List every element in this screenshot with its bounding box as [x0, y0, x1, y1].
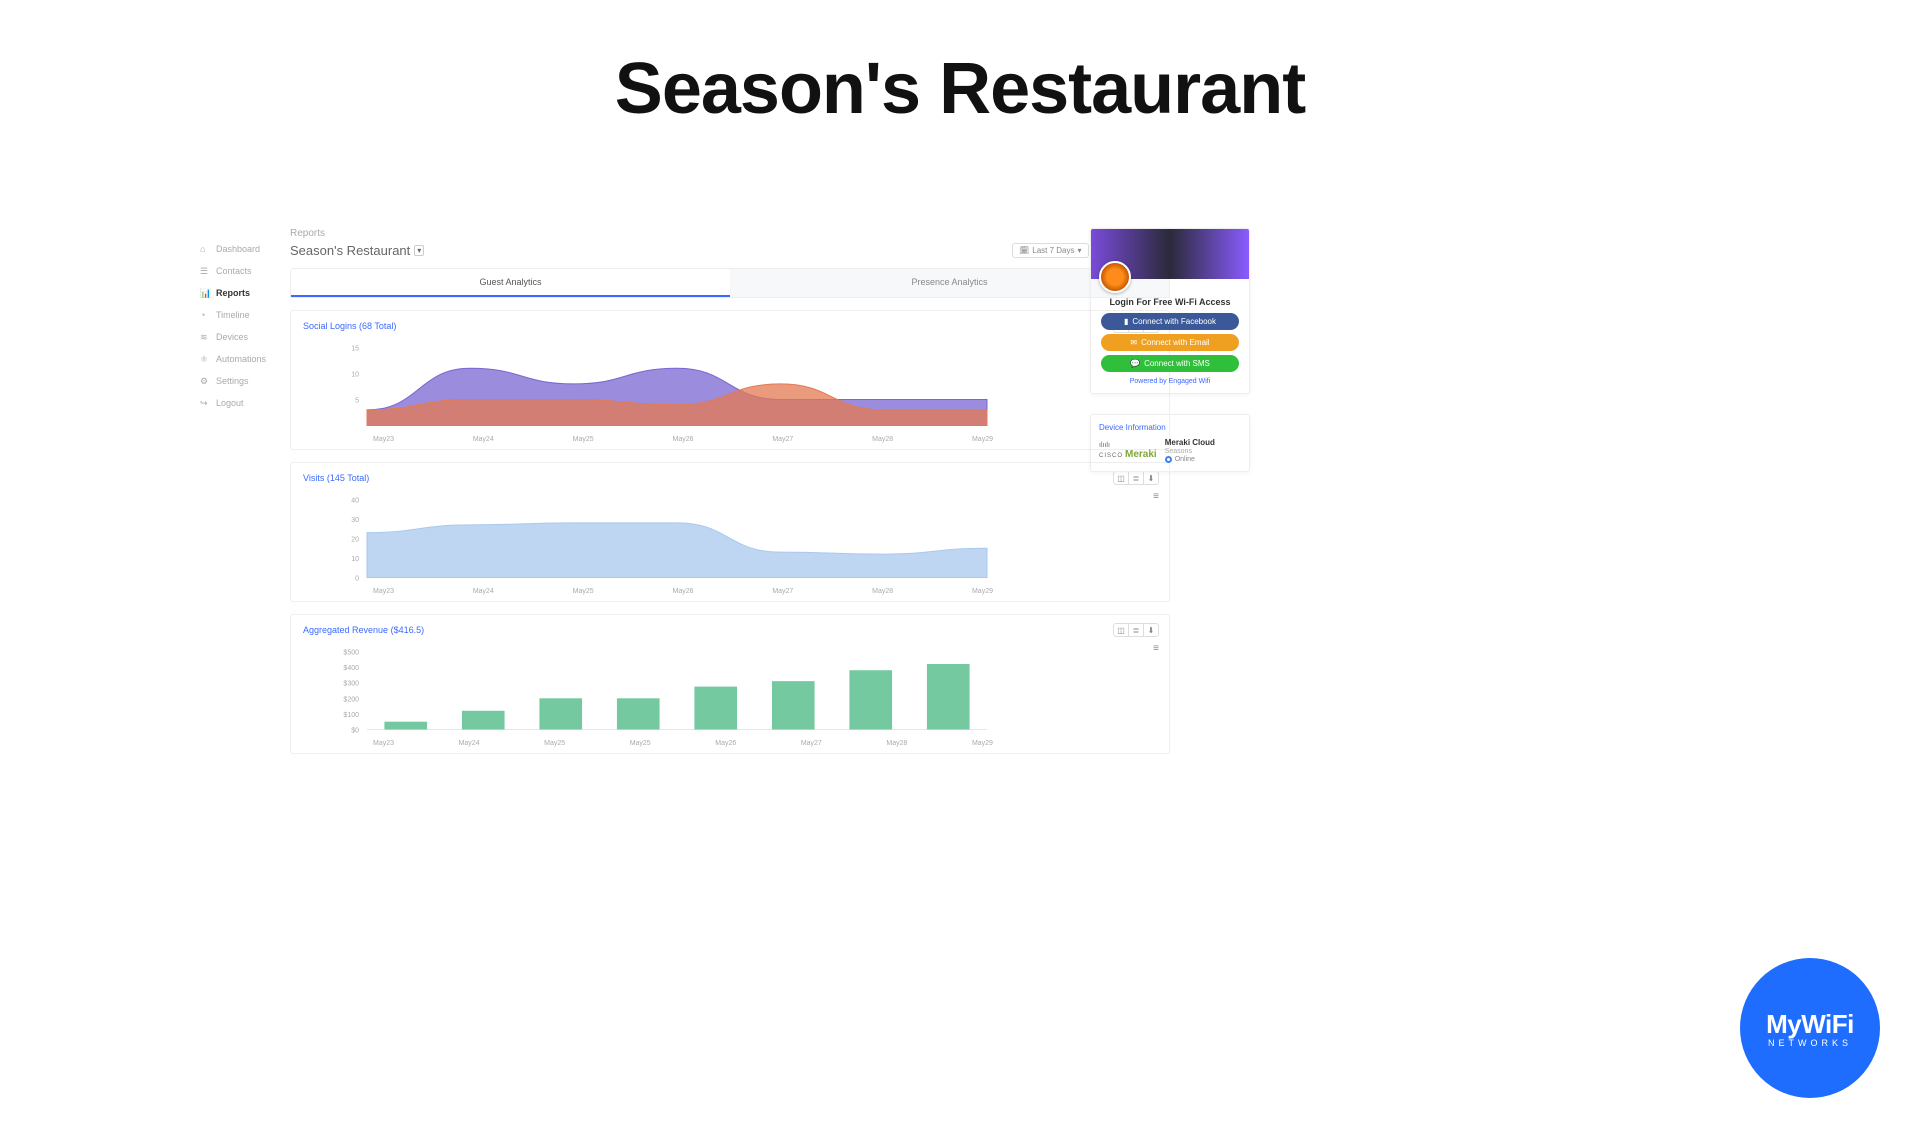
svg-text:$400: $400 [343, 665, 359, 672]
brand-subtitle: NETWORKS [1768, 1038, 1852, 1048]
svg-text:$100: $100 [343, 712, 359, 719]
sidebar-item-timeline[interactable]: ◔ Timeline [200, 304, 285, 326]
chart-menu-button[interactable]: ≡ [1153, 643, 1159, 654]
svg-text:$300: $300 [343, 681, 359, 688]
svg-text:$0: $0 [351, 728, 359, 735]
sidebar-item-settings[interactable]: ⚙ Settings [200, 370, 285, 392]
chevron-down-icon: ▾ [1078, 246, 1082, 255]
sidebar-icon: ⚙ [200, 376, 210, 386]
sidebar-item-label: Timeline [216, 310, 250, 320]
chart-view-table-button[interactable]: ≣ [1128, 623, 1144, 637]
brand-badge: MyWiFi NETWORKS [1740, 958, 1880, 1098]
date-range-picker[interactable]: 🗓 Last 7 Days ▾ [1012, 243, 1088, 258]
section-label: Reports [290, 228, 1170, 239]
status-dot-icon [1165, 456, 1172, 463]
svg-text:40: 40 [351, 498, 359, 505]
date-range-label: Last 7 Days [1032, 246, 1074, 255]
chart-title: Social Logins (68 Total) [303, 321, 1157, 331]
sidebar-icon: ≋ [200, 332, 210, 342]
connect-label: Connect with Facebook [1132, 317, 1216, 326]
sidebar-item-devices[interactable]: ≋ Devices [200, 326, 285, 348]
device-subtitle: Seasons [1165, 448, 1215, 455]
vendor-logo: ılıılı cisco Meraki [1099, 442, 1157, 460]
svg-text:20: 20 [351, 537, 359, 544]
svg-text:10: 10 [351, 372, 359, 379]
chart-xaxis: May23May24May25May26May27May28May29 [373, 588, 993, 595]
wifi-login-panel: Login For Free Wi-Fi Access ▮ Connect wit… [1090, 228, 1250, 394]
sidebar-icon: 📊 [200, 288, 210, 298]
svg-text:$500: $500 [343, 650, 359, 657]
venue-name-text: Season's Restaurant [290, 243, 410, 258]
chart-xaxis: May23May24May25May25May26May27May28May29 [373, 740, 993, 747]
svg-text:5: 5 [355, 398, 359, 405]
calendar-icon: 🗓 [1019, 246, 1029, 255]
venue-logo [1099, 261, 1131, 293]
chart-card-0: Social Logins (68 Total)◫≣⬇≡51015May23Ma… [290, 310, 1170, 450]
chevron-down-icon: ▾ [414, 245, 424, 256]
sidebar-icon: ☰ [200, 266, 210, 276]
venue-selector[interactable]: Season's Restaurant ▾ [290, 243, 424, 258]
main-content: Reports Season's Restaurant ▾ 🗓 Last 7 D… [290, 228, 1170, 788]
connect-button-em[interactable]: ✉ Connect with Email [1101, 334, 1239, 351]
connect-label: Connect with Email [1141, 338, 1209, 347]
svg-text:$200: $200 [343, 696, 359, 703]
chart-view-chart-button[interactable]: ◫ [1113, 623, 1129, 637]
tab-guest-analytics[interactable]: Guest Analytics [291, 269, 730, 297]
login-hero-image [1091, 229, 1249, 279]
sidebar-item-label: Contacts [216, 266, 252, 276]
login-panel-title: Login For Free Wi-Fi Access [1099, 297, 1241, 307]
sidebar-item-logout[interactable]: ↪ Logout [200, 392, 285, 414]
chart-plot: 0 10 20 30 40 May23May24May25May26May27May28M… [303, 491, 1157, 595]
brand-name: MyWiFi [1766, 1009, 1854, 1040]
sidebar-icon: ◔ [200, 310, 210, 320]
chart-view-chart-button[interactable]: ◫ [1113, 471, 1129, 485]
sidebar-item-label: Reports [216, 288, 250, 298]
device-status: Online [1165, 456, 1215, 463]
chart-xaxis: May23May24May25May26May27May28May29 [373, 436, 993, 443]
sidebar-item-label: Automations [216, 354, 266, 364]
chart-toolbar: ◫≣⬇ [1114, 471, 1159, 485]
connect-button-fb[interactable]: ▮ Connect with Facebook [1101, 313, 1239, 330]
sidebar-item-automations[interactable]: ⚛ Automations [200, 348, 285, 370]
connect-icon: ✉ [1130, 338, 1137, 347]
powered-by-link[interactable]: Powered by Engaged Wifi [1091, 378, 1249, 385]
sidebar-item-label: Devices [216, 332, 248, 342]
sidebar-item-label: Dashboard [216, 244, 260, 254]
chart-menu-button[interactable]: ≡ [1153, 491, 1159, 502]
device-panel-heading: Device Information [1099, 423, 1241, 432]
svg-text:30: 30 [351, 517, 359, 524]
analytics-tabs: Guest AnalyticsPresence Analytics [290, 268, 1170, 298]
chart-download-button[interactable]: ⬇ [1143, 471, 1159, 485]
sidebar-icon: ⚛ [200, 354, 210, 364]
connect-button-sm[interactable]: 💬 Connect with SMS [1101, 355, 1239, 372]
chart-download-button[interactable]: ⬇ [1143, 623, 1159, 637]
svg-text:15: 15 [351, 346, 359, 353]
sidebar-item-dashboard[interactable]: ⌂ Dashboard [200, 238, 285, 260]
sidebar-icon: ⌂ [200, 244, 210, 254]
connect-label: Connect with SMS [1144, 359, 1210, 368]
chart-card-2: Aggregated Revenue ($416.5)◫≣⬇ ≡ $0 $100 $20… [290, 614, 1170, 754]
svg-text:10: 10 [351, 556, 359, 563]
page-heading: Season's Restaurant [0, 48, 1920, 130]
svg-text:0: 0 [355, 576, 359, 583]
sidebar-item-label: Logout [216, 398, 244, 408]
sidebar-item-contacts[interactable]: ☰ Contacts [200, 260, 285, 282]
chart-title: Aggregated Revenue ($416.5) [303, 625, 1157, 635]
connect-icon: ▮ [1124, 317, 1128, 326]
chart-plot: 5 10 15 May23May24May25May26May27May28May29 [303, 339, 1157, 443]
chart-toolbar: ◫≣⬇ [1114, 623, 1159, 637]
sidebar-item-reports[interactable]: 📊 Reports [200, 282, 285, 304]
device-info-panel: Device Information ılıılı cisco Meraki M… [1090, 414, 1250, 472]
chart-card-1: Visits (145 Total)◫≣⬇ ≡ 0 10 20 30 40 May23May2… [290, 462, 1170, 602]
sidebar-icon: ↪ [200, 398, 210, 408]
chart-plot: $0 $100 $200 $300 $400 $500 May23May24May25May… [303, 643, 1157, 747]
right-column: Login For Free Wi-Fi Access ▮ Connect wit… [1090, 228, 1250, 472]
sidebar: ⌂ Dashboard ☰ Contacts 📊 Reports ◔ Timeline ≋ Dev… [200, 238, 285, 414]
connect-icon: 💬 [1130, 359, 1140, 368]
chart-view-table-button[interactable]: ≣ [1128, 471, 1144, 485]
device-name: Meraki Cloud [1165, 438, 1215, 447]
sidebar-item-label: Settings [216, 376, 249, 386]
chart-title: Visits (145 Total) [303, 473, 1157, 483]
